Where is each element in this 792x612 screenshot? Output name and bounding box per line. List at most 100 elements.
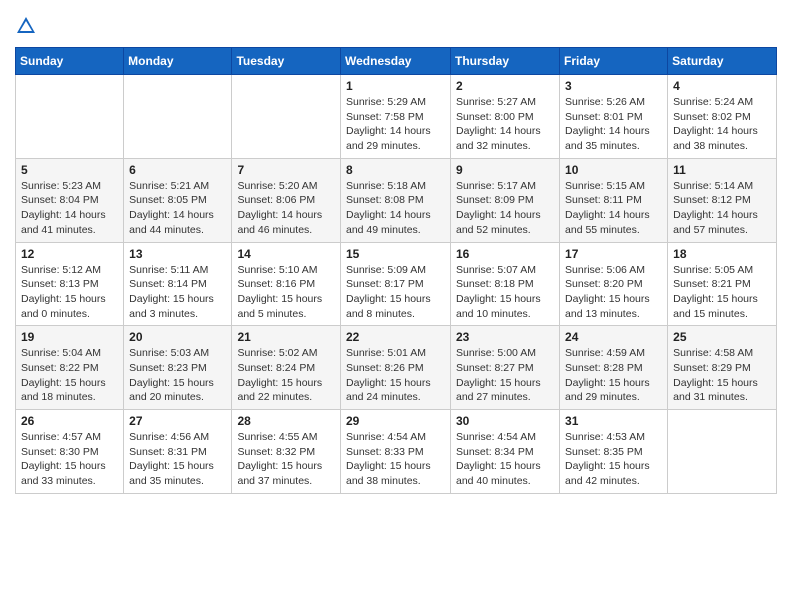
day-number: 22 (346, 330, 445, 344)
day-cell: 9 Sunrise: 5:17 AMSunset: 8:09 PMDaylight… (451, 158, 560, 242)
day-cell (16, 75, 124, 159)
day-info: Sunrise: 5:11 AMSunset: 8:14 PMDaylight:… (129, 263, 226, 322)
day-info: Sunrise: 5:21 AMSunset: 8:05 PMDaylight:… (129, 179, 226, 238)
day-number: 5 (21, 163, 118, 177)
day-cell: 24 Sunrise: 4:59 AMSunset: 8:28 PMDayligh… (560, 326, 668, 410)
day-number: 8 (346, 163, 445, 177)
day-cell: 28Sunrise: 4:55 AMSunset: 8:32 PMDayligh… (232, 410, 341, 494)
day-info: Sunrise: 5:27 AMSunset: 8:00 PMDaylight:… (456, 95, 554, 154)
day-cell: 27 Sunrise: 4:56 AMSunset: 8:31 PMDayligh… (124, 410, 232, 494)
day-info: Sunrise: 5:17 AMSunset: 8:09 PMDaylight:… (456, 179, 554, 238)
day-cell: 16 Sunrise: 5:07 AMSunset: 8:18 PMDayligh… (451, 242, 560, 326)
day-cell: 22 Sunrise: 5:01 AMSunset: 8:26 PMDayligh… (341, 326, 451, 410)
day-info: Sunrise: 5:23 AMSunset: 8:04 PMDaylight:… (21, 179, 118, 238)
week-row-1: 1 Sunrise: 5:29 AMSunset: 7:58 PMDaylight… (16, 75, 777, 159)
day-number: 11 (673, 163, 771, 177)
day-info: Sunrise: 5:26 AMSunset: 8:01 PMDaylight:… (565, 95, 662, 154)
day-info: Sunrise: 4:57 AMSunset: 8:30 PMDaylight:… (21, 430, 118, 489)
day-header-sunday: Sunday (16, 48, 124, 75)
day-info: Sunrise: 4:56 AMSunset: 8:31 PMDaylight:… (129, 430, 226, 489)
day-info: Sunrise: 4:54 AMSunset: 8:34 PMDaylight:… (456, 430, 554, 489)
day-cell: 7 Sunrise: 5:20 AMSunset: 8:06 PMDaylight… (232, 158, 341, 242)
day-number: 3 (565, 79, 662, 93)
day-info: Sunrise: 5:15 AMSunset: 8:11 PMDaylight:… (565, 179, 662, 238)
day-cell: 2 Sunrise: 5:27 AMSunset: 8:00 PMDaylight… (451, 75, 560, 159)
day-cell: 8 Sunrise: 5:18 AMSunset: 8:08 PMDaylight… (341, 158, 451, 242)
day-number: 27 (129, 414, 226, 428)
day-number: 28 (237, 414, 335, 428)
day-info: Sunrise: 4:59 AMSunset: 8:28 PMDaylight:… (565, 346, 662, 405)
header-row: SundayMondayTuesdayWednesdayThursdayFrid… (16, 48, 777, 75)
day-cell: 30 Sunrise: 4:54 AMSunset: 8:34 PMDayligh… (451, 410, 560, 494)
day-number: 4 (673, 79, 771, 93)
day-info: Sunrise: 5:24 AMSunset: 8:02 PMDaylight:… (673, 95, 771, 154)
day-info: Sunrise: 5:29 AMSunset: 7:58 PMDaylight:… (346, 95, 445, 154)
logo (15, 15, 41, 37)
day-info: Sunrise: 5:07 AMSunset: 8:18 PMDaylight:… (456, 263, 554, 322)
day-info: Sunrise: 5:12 AMSunset: 8:13 PMDaylight:… (21, 263, 118, 322)
day-number: 10 (565, 163, 662, 177)
week-row-3: 12 Sunrise: 5:12 AMSunset: 8:13 PMDayligh… (16, 242, 777, 326)
day-info: Sunrise: 4:54 AMSunset: 8:33 PMDaylight:… (346, 430, 445, 489)
day-cell: 4 Sunrise: 5:24 AMSunset: 8:02 PMDaylight… (668, 75, 777, 159)
day-header-monday: Monday (124, 48, 232, 75)
day-cell (124, 75, 232, 159)
day-number: 17 (565, 247, 662, 261)
day-header-tuesday: Tuesday (232, 48, 341, 75)
day-info: Sunrise: 4:58 AMSunset: 8:29 PMDaylight:… (673, 346, 771, 405)
day-number: 26 (21, 414, 118, 428)
day-number: 1 (346, 79, 445, 93)
day-number: 15 (346, 247, 445, 261)
day-cell: 3 Sunrise: 5:26 AMSunset: 8:01 PMDaylight… (560, 75, 668, 159)
day-cell: 14Sunrise: 5:10 AMSunset: 8:16 PMDayligh… (232, 242, 341, 326)
day-number: 7 (237, 163, 335, 177)
day-info: Sunrise: 5:18 AMSunset: 8:08 PMDaylight:… (346, 179, 445, 238)
day-cell: 18 Sunrise: 5:05 AMSunset: 8:21 PMDayligh… (668, 242, 777, 326)
day-number: 31 (565, 414, 662, 428)
day-number: 20 (129, 330, 226, 344)
day-info: Sunrise: 5:09 AMSunset: 8:17 PMDaylight:… (346, 263, 445, 322)
day-cell: 13Sunrise: 5:11 AMSunset: 8:14 PMDayligh… (124, 242, 232, 326)
day-number: 19 (21, 330, 118, 344)
day-cell: 25 Sunrise: 4:58 AMSunset: 8:29 PMDayligh… (668, 326, 777, 410)
day-number: 25 (673, 330, 771, 344)
day-number: 23 (456, 330, 554, 344)
day-info: Sunrise: 5:14 AMSunset: 8:12 PMDaylight:… (673, 179, 771, 238)
day-number: 9 (456, 163, 554, 177)
calendar-table: SundayMondayTuesdayWednesdayThursdayFrid… (15, 47, 777, 494)
day-number: 16 (456, 247, 554, 261)
day-info: Sunrise: 5:05 AMSunset: 8:21 PMDaylight:… (673, 263, 771, 322)
day-info: Sunrise: 5:01 AMSunset: 8:26 PMDaylight:… (346, 346, 445, 405)
day-header-friday: Friday (560, 48, 668, 75)
day-info: Sunrise: 5:02 AMSunset: 8:24 PMDaylight:… (237, 346, 335, 405)
day-info: Sunrise: 5:04 AMSunset: 8:22 PMDaylight:… (21, 346, 118, 405)
day-info: Sunrise: 5:06 AMSunset: 8:20 PMDaylight:… (565, 263, 662, 322)
page-header (15, 15, 777, 37)
day-number: 2 (456, 79, 554, 93)
day-cell: 31 Sunrise: 4:53 AMSunset: 8:35 PMDayligh… (560, 410, 668, 494)
day-cell: 10 Sunrise: 5:15 AMSunset: 8:11 PMDayligh… (560, 158, 668, 242)
day-cell: 6 Sunrise: 5:21 AMSunset: 8:05 PMDaylight… (124, 158, 232, 242)
day-cell: 15 Sunrise: 5:09 AMSunset: 8:17 PMDayligh… (341, 242, 451, 326)
day-number: 30 (456, 414, 554, 428)
day-number: 18 (673, 247, 771, 261)
day-header-wednesday: Wednesday (341, 48, 451, 75)
day-number: 12 (21, 247, 118, 261)
day-cell: 21 Sunrise: 5:02 AMSunset: 8:24 PMDayligh… (232, 326, 341, 410)
day-info: Sunrise: 4:53 AMSunset: 8:35 PMDaylight:… (565, 430, 662, 489)
day-number: 29 (346, 414, 445, 428)
day-cell: 23Sunrise: 5:00 AMSunset: 8:27 PMDayligh… (451, 326, 560, 410)
day-info: Sunrise: 5:03 AMSunset: 8:23 PMDaylight:… (129, 346, 226, 405)
day-cell: 17 Sunrise: 5:06 AMSunset: 8:20 PMDayligh… (560, 242, 668, 326)
day-cell (232, 75, 341, 159)
day-cell (668, 410, 777, 494)
day-cell: 19 Sunrise: 5:04 AMSunset: 8:22 PMDayligh… (16, 326, 124, 410)
day-cell: 29 Sunrise: 4:54 AMSunset: 8:33 PMDayligh… (341, 410, 451, 494)
logo-icon (15, 15, 37, 37)
day-number: 21 (237, 330, 335, 344)
day-number: 6 (129, 163, 226, 177)
day-cell: 11 Sunrise: 5:14 AMSunset: 8:12 PMDayligh… (668, 158, 777, 242)
day-header-thursday: Thursday (451, 48, 560, 75)
day-number: 24 (565, 330, 662, 344)
day-info: Sunrise: 5:20 AMSunset: 8:06 PMDaylight:… (237, 179, 335, 238)
